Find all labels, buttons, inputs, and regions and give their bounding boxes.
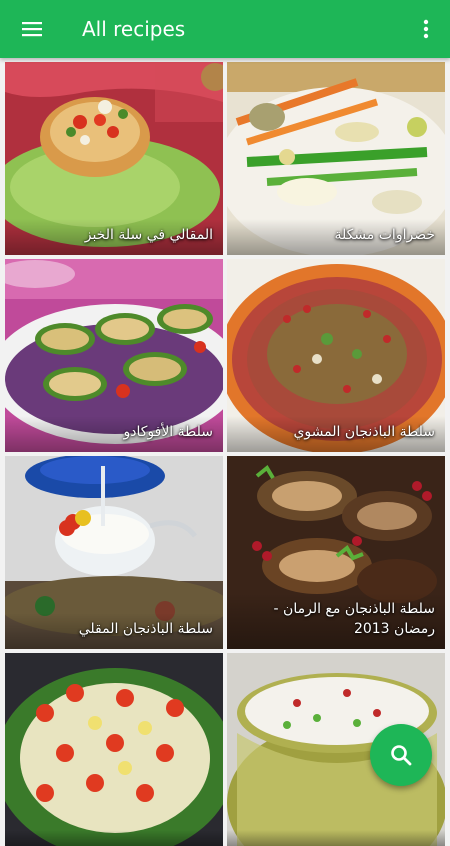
recipe-card[interactable]	[5, 653, 223, 846]
recipe-card[interactable]: سلطة الباذنجان المشوي	[227, 259, 445, 452]
search-icon	[389, 743, 413, 767]
recipe-title: سلطة الباذنجان المقلي	[5, 613, 223, 649]
recipe-card[interactable]: سلطة الباذنجان المقلي	[5, 456, 223, 649]
more-vert-icon	[423, 19, 429, 39]
overflow-menu-button[interactable]	[414, 14, 438, 44]
recipe-card[interactable]: خضراوات مشكلة	[227, 62, 445, 255]
app-bar: All recipes	[0, 0, 450, 58]
recipe-title	[5, 830, 223, 846]
recipe-card[interactable]: المقالي في سلة الخبز	[5, 62, 223, 255]
hamburger-menu-icon	[20, 17, 44, 41]
recipe-title: سلطة الباذنجان مع الرمان - رمضان 2013	[227, 593, 445, 649]
menu-button[interactable]	[0, 0, 64, 58]
page-title: All recipes	[82, 17, 185, 41]
recipe-grid: المقالي في سلة الخبز خضراوات مشكلة	[0, 58, 450, 800]
recipe-title	[227, 830, 445, 846]
recipe-image	[5, 653, 223, 846]
recipe-title: المقالي في سلة الخبز	[5, 219, 223, 255]
search-button[interactable]	[370, 724, 432, 786]
recipe-card[interactable]: سلطة الباذنجان مع الرمان - رمضان 2013	[227, 456, 445, 649]
recipe-title: خضراوات مشكلة	[227, 219, 445, 255]
recipe-title: سلطة الباذنجان المشوي	[227, 416, 445, 452]
recipe-card[interactable]: سلطة الأفوكادو	[5, 259, 223, 452]
recipe-title: سلطة الأفوكادو	[5, 416, 223, 452]
